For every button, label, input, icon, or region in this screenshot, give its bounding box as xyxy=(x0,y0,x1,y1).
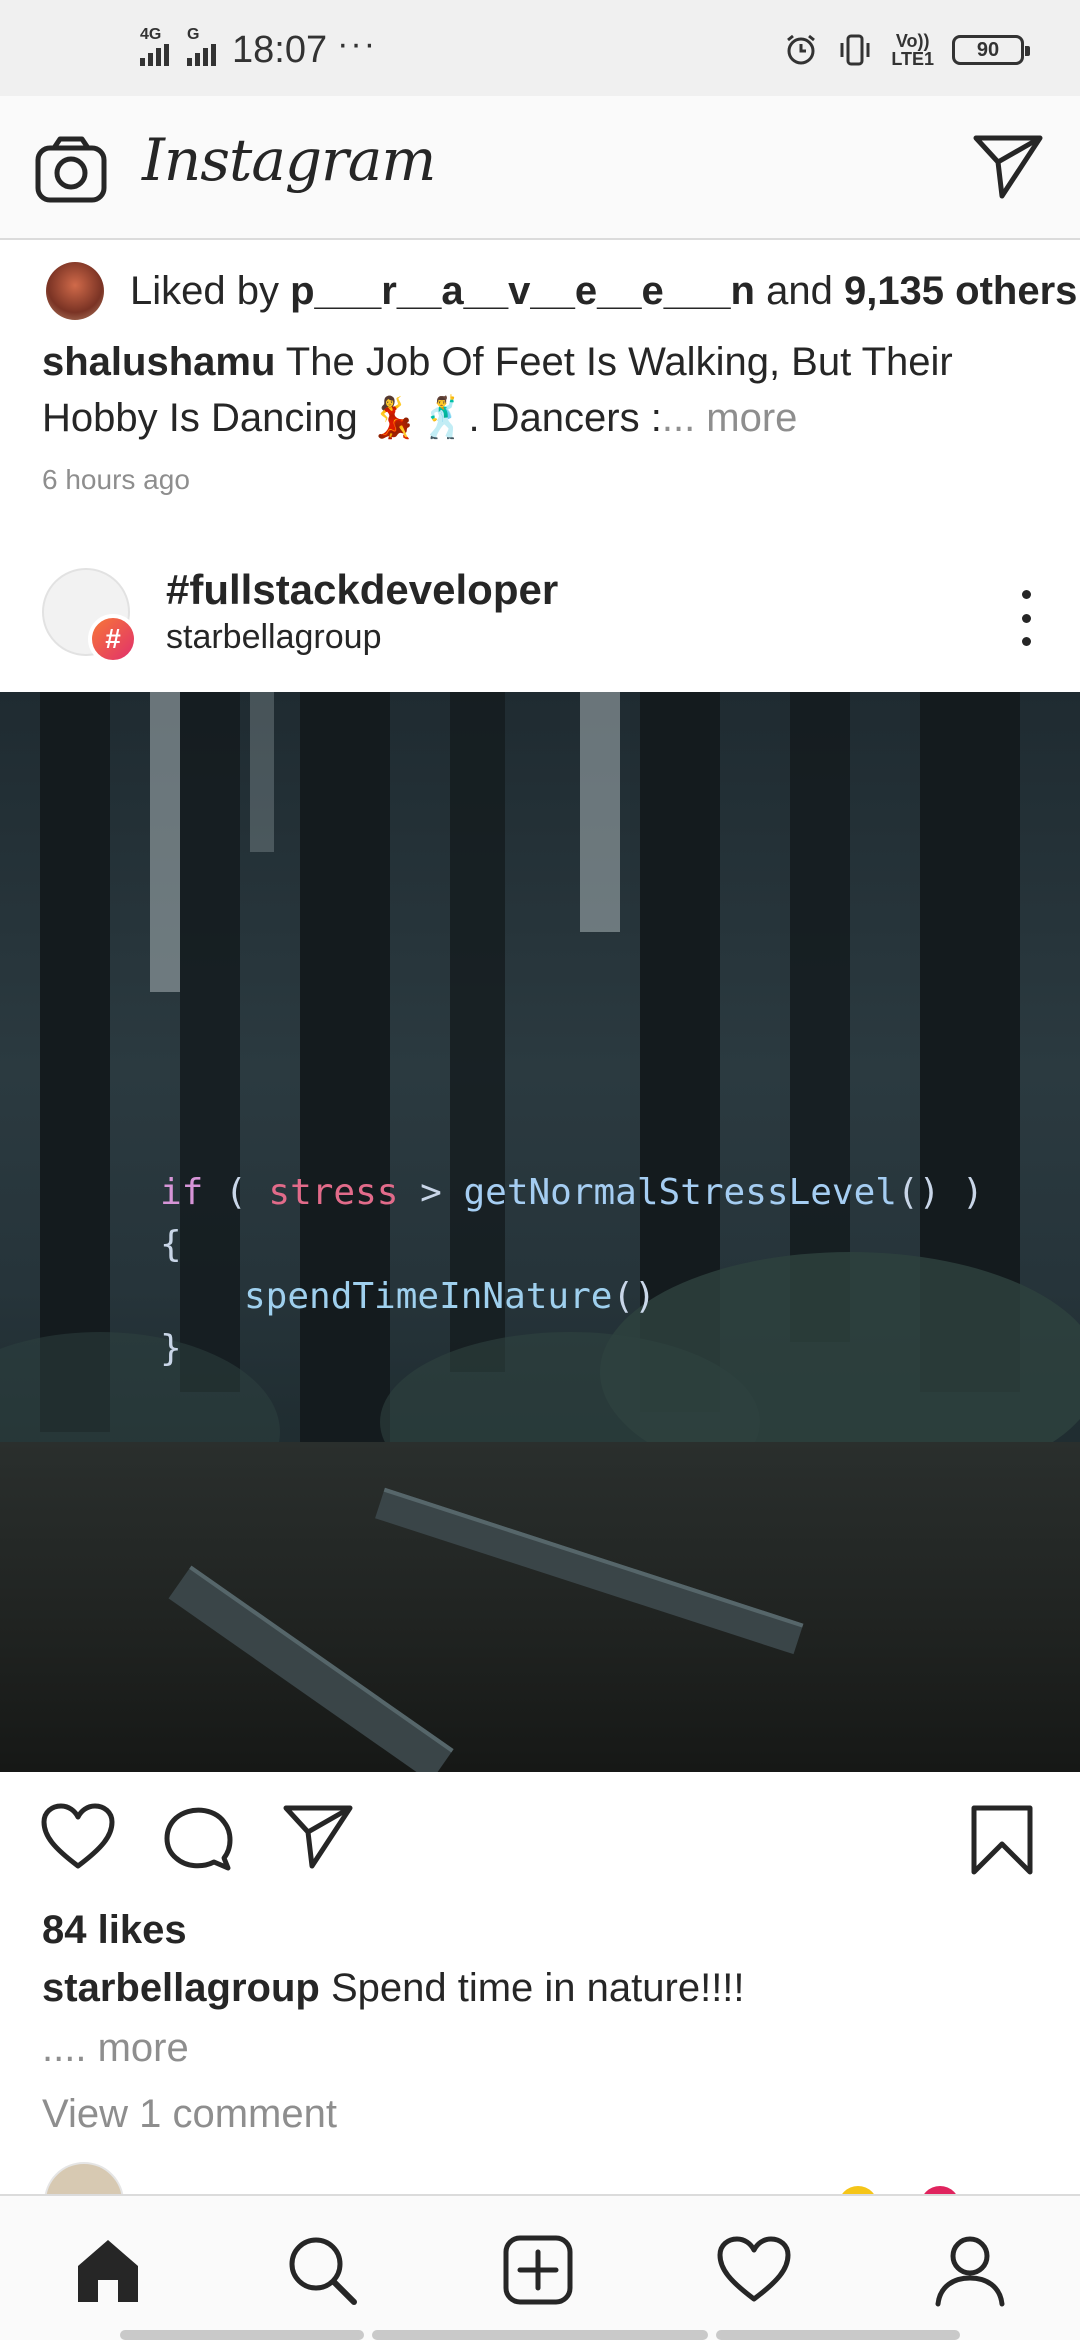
caption-more-link[interactable]: .... more xyxy=(42,2026,189,2071)
post-header: # #fullstackdeveloper starbellagroup xyxy=(0,560,1080,690)
status-time: 18:07 xyxy=(232,28,328,71)
previous-post-footer: Liked by p___r__a__v__e__e___n and 9,135… xyxy=(0,242,1080,512)
hashtag-badge: # xyxy=(88,614,138,664)
view-comments-link[interactable]: View 1 comment xyxy=(42,2092,337,2137)
status-overflow-dots: ··· xyxy=(337,24,378,63)
post-action-bar xyxy=(0,1772,1080,1912)
bottom-nav xyxy=(0,2194,1080,2340)
post-timestamp: 6 hours ago xyxy=(42,464,190,495)
liked-by-text: Liked by p___r__a__v__e__e___n and 9,135… xyxy=(130,268,1078,313)
status-right: Vo)) LTE1 90 xyxy=(783,30,1030,70)
profile-icon[interactable] xyxy=(930,2230,1010,2310)
caption-username[interactable]: starbellagroup xyxy=(42,1966,320,2010)
post-hashtag-title[interactable]: #fullstackdeveloper xyxy=(166,566,558,614)
comment-icon[interactable] xyxy=(162,1802,234,1874)
signal-icon: 4G xyxy=(140,26,169,66)
app-header: Instagram xyxy=(0,96,1080,240)
liked-by-row[interactable]: Liked by p___r__a__v__e__e___n and 9,135… xyxy=(46,262,1077,320)
camera-icon[interactable] xyxy=(34,134,108,204)
post-account-name[interactable]: starbellagroup xyxy=(166,618,381,657)
paper-plane-icon[interactable] xyxy=(972,132,1044,200)
gesture-bar xyxy=(372,2330,708,2340)
post-caption: shalushamu The Job Of Feet Is Walking, B… xyxy=(42,340,953,440)
home-icon[interactable] xyxy=(68,2230,148,2310)
heart-icon[interactable] xyxy=(40,1802,116,1872)
add-post-icon[interactable] xyxy=(498,2230,578,2310)
search-icon[interactable] xyxy=(282,2230,362,2310)
gesture-bar xyxy=(716,2330,960,2340)
avatar[interactable] xyxy=(46,262,104,320)
gesture-bar xyxy=(120,2330,364,2340)
bookmark-icon[interactable] xyxy=(970,1804,1034,1876)
code-overlay: if ( stress > getNormalStressLevel() ) {… xyxy=(160,1172,984,1369)
more-options-icon[interactable] xyxy=(1016,590,1036,646)
battery-icon: 90 xyxy=(952,35,1030,65)
volte-indicator: Vo)) LTE1 xyxy=(891,31,934,69)
status-bar: 4G G 18:07 ··· Vo)) LTE1 90 xyxy=(0,0,1080,96)
signal-icon: G xyxy=(187,26,216,66)
caption-more-link[interactable]: ... more xyxy=(662,396,798,440)
instagram-logo: Instagram xyxy=(142,126,436,194)
activity-heart-icon[interactable] xyxy=(714,2230,794,2310)
caption-username[interactable]: shalushamu xyxy=(42,340,275,384)
alarm-icon xyxy=(787,34,816,65)
post-caption: starbellagroup Spend time in nature!!!! xyxy=(42,1966,745,2010)
vibrate-icon xyxy=(840,34,870,66)
post-image[interactable]: if ( stress > getNormalStressLevel() ) {… xyxy=(0,692,1080,1772)
status-left: 4G G 18:07 ··· xyxy=(140,25,377,71)
likes-count[interactable]: 84 likes xyxy=(42,1908,187,1953)
share-icon[interactable] xyxy=(282,1802,354,1870)
